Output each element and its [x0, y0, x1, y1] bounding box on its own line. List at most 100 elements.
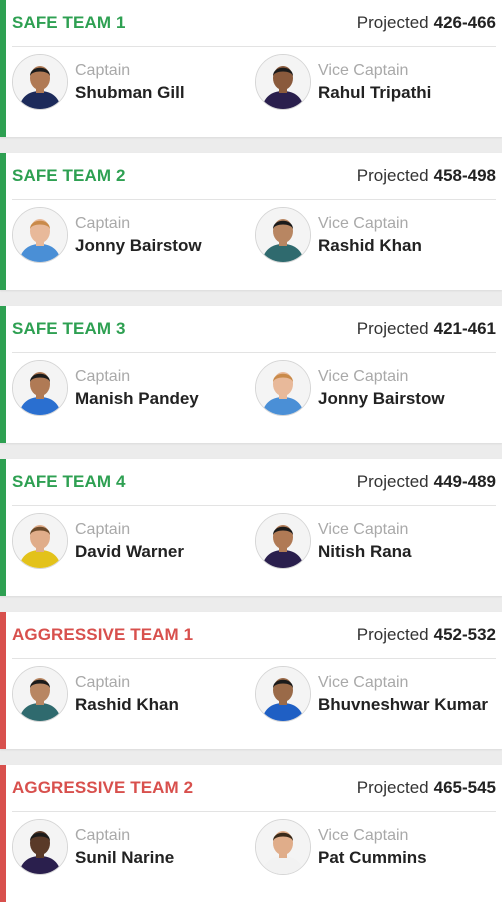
vice-captain[interactable]: Vice Captain Jonny Bairstow	[255, 360, 445, 416]
player-avatar	[12, 54, 68, 110]
team-title: AGGRESSIVE TEAM 2	[12, 778, 194, 797]
player-avatar	[255, 819, 311, 875]
role-label: Captain	[75, 674, 131, 691]
captain[interactable]: Captain Jonny Bairstow	[12, 207, 202, 263]
projected-range: 465-545	[433, 778, 496, 797]
team-card[interactable]: SAFE TEAM 4 Projected 449-489 Captain David …	[0, 459, 502, 596]
player-info: Captain Sunil Narine	[75, 825, 174, 869]
player-avatar	[255, 666, 311, 722]
team-card[interactable]: AGGRESSIVE TEAM 1 Projected 452-532 Captain…	[0, 612, 502, 749]
projected-range: 458-498	[433, 166, 496, 185]
player-name: Rahul Tripathi	[318, 83, 432, 102]
team-title: SAFE TEAM 4	[12, 472, 126, 491]
team-header: SAFE TEAM 2 Projected 458-498	[12, 153, 496, 200]
team-card[interactable]: SAFE TEAM 1 Projected 426-466 Captain Shubma…	[0, 0, 502, 137]
player-name: Nitish Rana	[318, 542, 412, 561]
player-name: David Warner	[75, 542, 184, 561]
captain-row: Captain Sunil Narine Vice Captain Pat Cummi…	[12, 819, 502, 889]
role-label: Vice Captain	[318, 674, 409, 691]
team-card[interactable]: SAFE TEAM 3 Projected 421-461 Captain Manish…	[0, 306, 502, 443]
team-title: AGGRESSIVE TEAM 1	[12, 625, 194, 644]
projected-label: Projected	[356, 166, 429, 185]
player-name: Jonny Bairstow	[75, 236, 202, 255]
projected-label: Projected	[356, 625, 429, 644]
player-info: Vice Captain Rashid Khan	[318, 213, 422, 257]
team-type-bar	[0, 459, 6, 596]
captain-row: Captain Shubman Gill Vice Captain Rahul Tri…	[12, 54, 502, 124]
role-label: Captain	[75, 215, 131, 232]
role-label: Vice Captain	[318, 215, 409, 232]
projected-label: Projected	[356, 13, 429, 32]
player-info: Captain Manish Pandey	[75, 366, 199, 410]
team-header: SAFE TEAM 1 Projected 426-466	[12, 0, 496, 47]
role-label: Vice Captain	[318, 521, 409, 538]
player-info: Captain Shubman Gill	[75, 60, 185, 104]
player-info: Vice Captain Bhuvneshwar Kumar	[318, 672, 488, 716]
team-header: AGGRESSIVE TEAM 1 Projected 452-532	[12, 612, 496, 659]
player-avatar	[255, 513, 311, 569]
vice-captain[interactable]: Vice Captain Bhuvneshwar Kumar	[255, 666, 488, 722]
player-avatar	[255, 54, 311, 110]
role-label: Captain	[75, 521, 131, 538]
player-info: Vice Captain Jonny Bairstow	[318, 366, 445, 410]
player-avatar	[12, 360, 68, 416]
captain[interactable]: Captain Manish Pandey	[12, 360, 199, 416]
projected-points: Projected 449-489	[357, 472, 496, 492]
player-name: Manish Pandey	[75, 389, 199, 408]
player-info: Captain Rashid Khan	[75, 672, 179, 716]
projected-range: 421-461	[433, 319, 496, 338]
player-info: Vice Captain Nitish Rana	[318, 519, 412, 563]
captain-row: Captain David Warner Vice Captain Nitish Ra…	[12, 513, 502, 583]
projected-points: Projected 421-461	[357, 319, 496, 339]
player-name: Rashid Khan	[318, 236, 422, 255]
vice-captain[interactable]: Vice Captain Rahul Tripathi	[255, 54, 431, 110]
vice-captain[interactable]: Vice Captain Rashid Khan	[255, 207, 422, 263]
player-avatar	[12, 819, 68, 875]
team-header: SAFE TEAM 3 Projected 421-461	[12, 306, 496, 353]
role-label: Vice Captain	[318, 368, 409, 385]
player-avatar	[12, 666, 68, 722]
projected-points: Projected 465-545	[357, 778, 496, 798]
team-type-bar	[0, 612, 6, 749]
projected-label: Projected	[356, 778, 429, 797]
team-header: AGGRESSIVE TEAM 2 Projected 465-545	[12, 765, 496, 812]
role-label: Vice Captain	[318, 62, 409, 79]
player-info: Vice Captain Pat Cummins	[318, 825, 427, 869]
player-name: Rashid Khan	[75, 695, 179, 714]
team-title: SAFE TEAM 3	[12, 319, 126, 338]
player-avatar	[12, 513, 68, 569]
vice-captain[interactable]: Vice Captain Pat Cummins	[255, 819, 427, 875]
team-type-bar	[0, 306, 6, 443]
captain[interactable]: Captain David Warner	[12, 513, 184, 569]
captain[interactable]: Captain Sunil Narine	[12, 819, 174, 875]
projected-range: 426-466	[433, 13, 496, 32]
vice-captain[interactable]: Vice Captain Nitish Rana	[255, 513, 412, 569]
player-avatar	[255, 360, 311, 416]
role-label: Vice Captain	[318, 827, 409, 844]
captain[interactable]: Captain Rashid Khan	[12, 666, 179, 722]
captain[interactable]: Captain Shubman Gill	[12, 54, 185, 110]
projected-points: Projected 426-466	[357, 13, 496, 33]
captain-row: Captain Manish Pandey Vice Captain Jonny Ba…	[12, 360, 502, 430]
player-name: Pat Cummins	[318, 848, 427, 867]
team-list: SAFE TEAM 1 Projected 426-466 Captain Shubma…	[0, 0, 502, 902]
player-avatar	[255, 207, 311, 263]
team-type-bar	[0, 153, 6, 290]
player-name: Bhuvneshwar Kumar	[318, 695, 489, 714]
projected-label: Projected	[356, 319, 429, 338]
projected-range: 449-489	[433, 472, 496, 491]
role-label: Captain	[75, 827, 131, 844]
team-title: SAFE TEAM 1	[12, 13, 126, 32]
team-title: SAFE TEAM 2	[12, 166, 126, 185]
team-card[interactable]: AGGRESSIVE TEAM 2 Projected 465-545 Captain…	[0, 765, 502, 902]
player-info: Vice Captain Rahul Tripathi	[318, 60, 431, 104]
player-avatar	[12, 207, 68, 263]
projected-range: 452-532	[433, 625, 496, 644]
player-info: Captain Jonny Bairstow	[75, 213, 202, 257]
captain-row: Captain Jonny Bairstow Vice Captain Rashid …	[12, 207, 502, 277]
team-type-bar	[0, 765, 6, 902]
team-card[interactable]: SAFE TEAM 2 Projected 458-498 Captain Jonny …	[0, 153, 502, 290]
projected-points: Projected 458-498	[357, 166, 496, 186]
role-label: Captain	[75, 62, 131, 79]
player-info: Captain David Warner	[75, 519, 184, 563]
